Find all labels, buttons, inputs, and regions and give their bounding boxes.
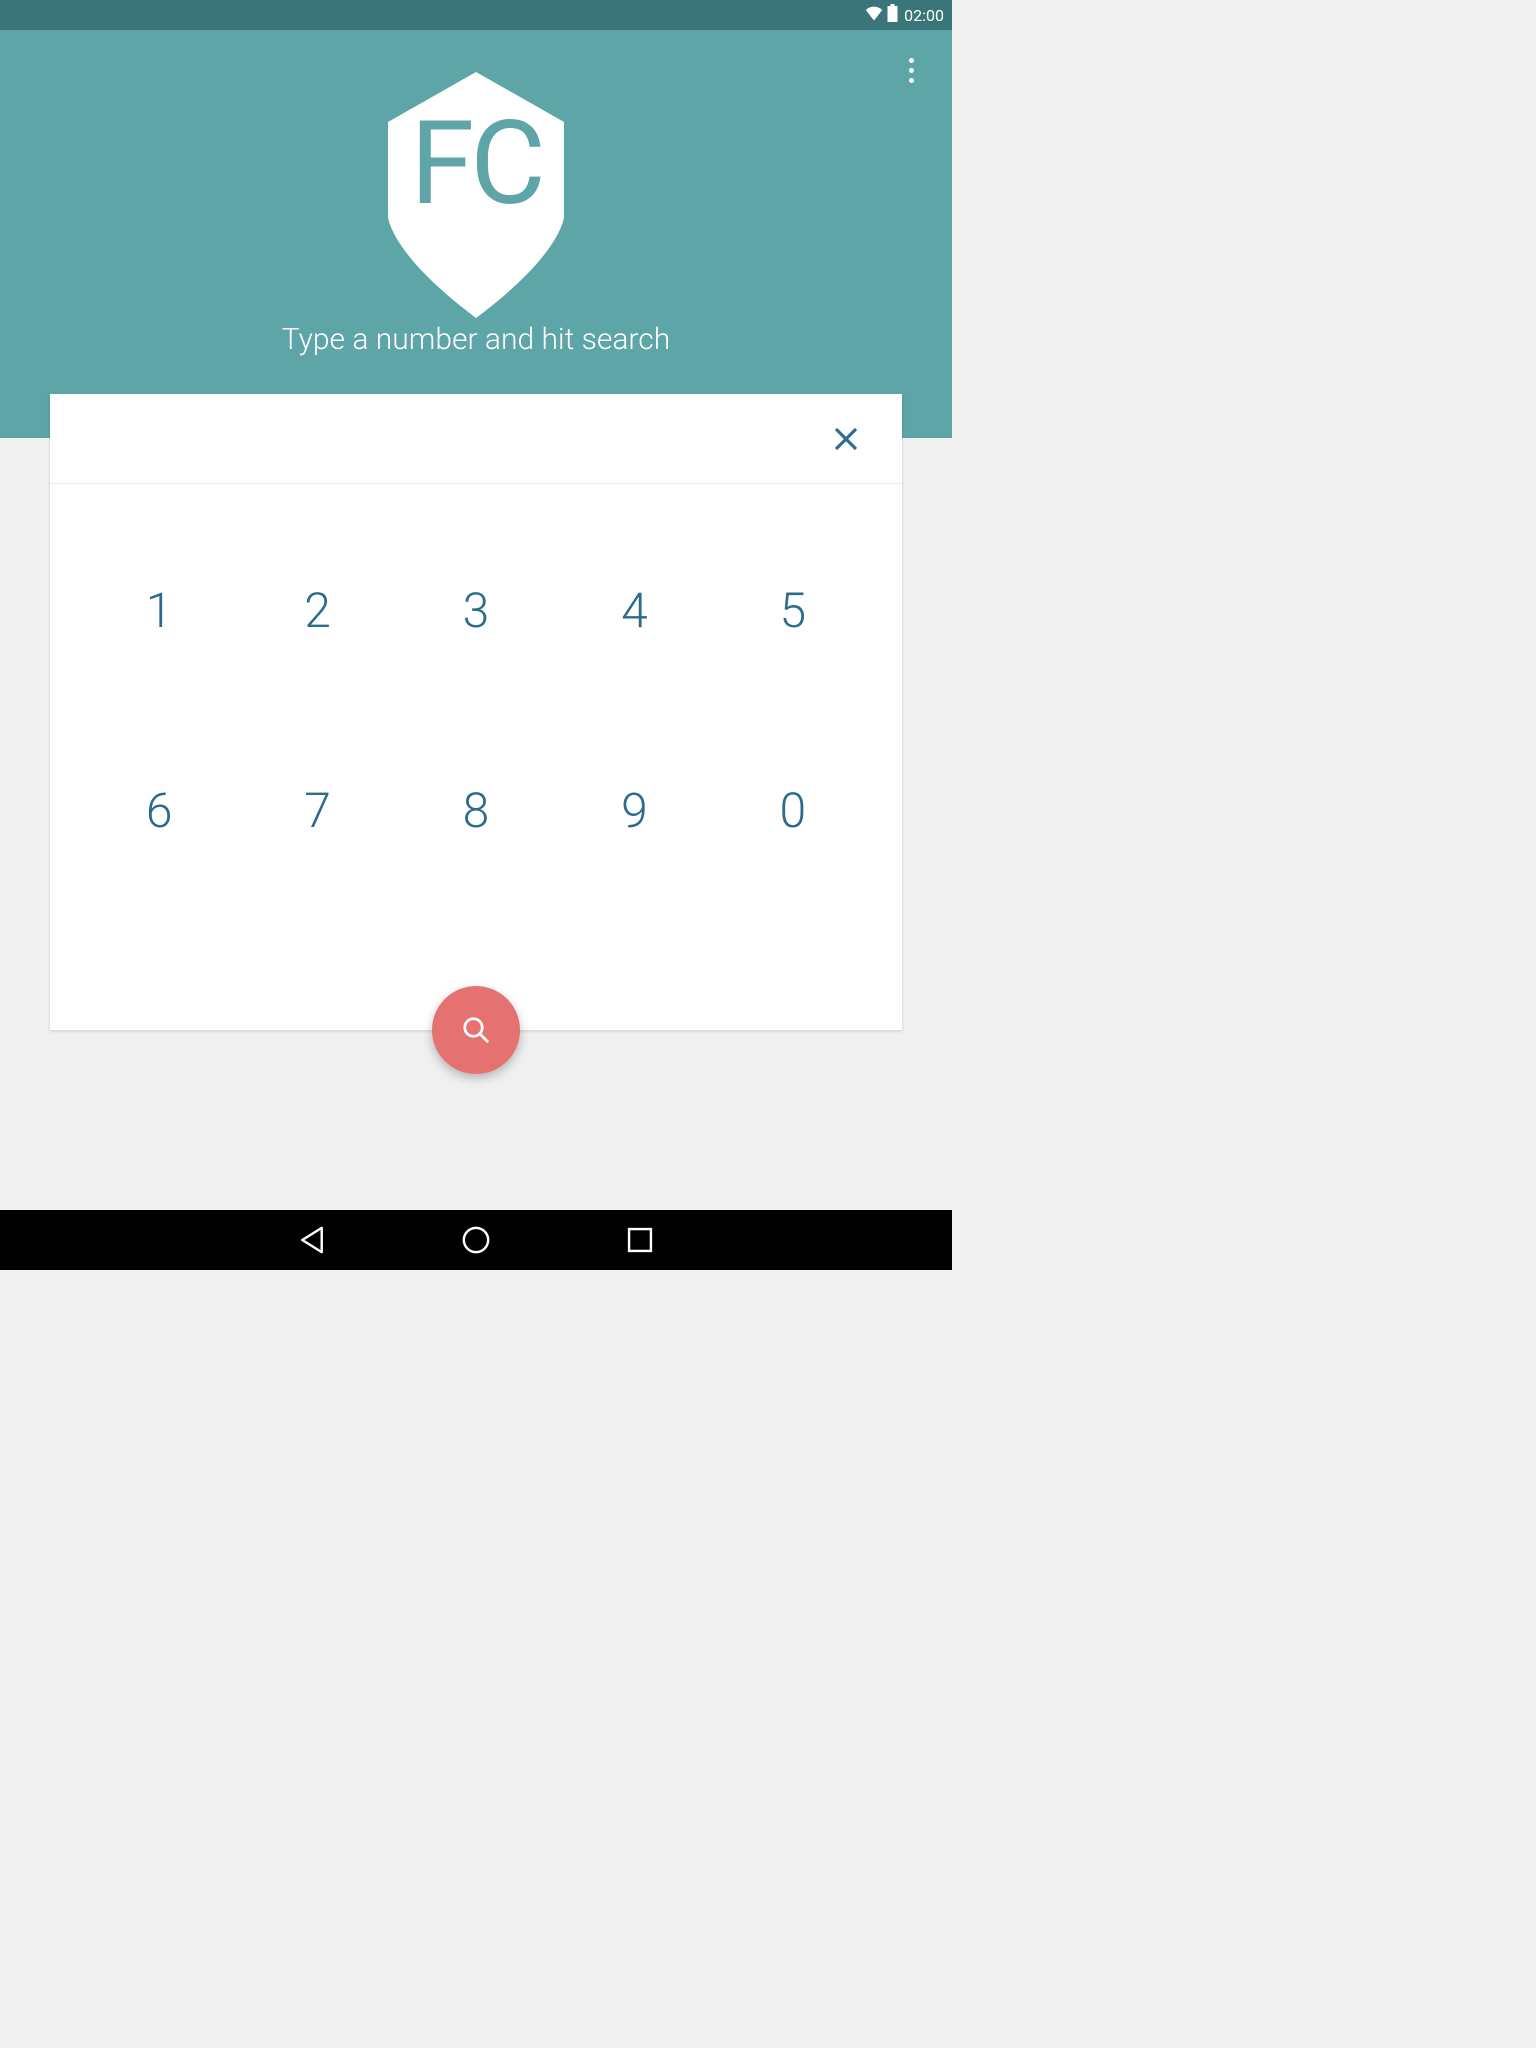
logo-text: FC (378, 106, 574, 222)
key-9[interactable]: 9 (555, 710, 713, 910)
nav-home-button[interactable] (459, 1223, 493, 1257)
keypad: 1 2 3 4 5 6 7 8 9 0 (50, 484, 902, 910)
more-vert-icon (909, 58, 914, 63)
close-icon (831, 424, 861, 454)
key-3[interactable]: 3 (397, 510, 555, 710)
overflow-menu-button[interactable] (896, 50, 926, 90)
key-8[interactable]: 8 (397, 710, 555, 910)
key-0[interactable]: 0 (714, 710, 872, 910)
key-4[interactable]: 4 (555, 510, 713, 710)
clear-button[interactable] (822, 415, 870, 463)
android-nav-bar (0, 1210, 952, 1270)
recent-icon (623, 1223, 657, 1257)
key-6[interactable]: 6 (80, 710, 238, 910)
status-time: 02:00 (904, 6, 944, 25)
key-7[interactable]: 7 (238, 710, 396, 910)
nav-back-button[interactable] (295, 1223, 329, 1257)
battery-icon (887, 4, 898, 26)
number-input[interactable] (50, 394, 822, 483)
nav-recent-button[interactable] (623, 1223, 657, 1257)
key-2[interactable]: 2 (238, 510, 396, 710)
number-input-row (50, 394, 902, 484)
dialer-card: 1 2 3 4 5 6 7 8 9 0 (50, 394, 902, 1030)
home-icon (459, 1223, 493, 1257)
app-logo: FC (378, 72, 574, 318)
key-1[interactable]: 1 (80, 510, 238, 710)
status-bar: 02:00 (0, 0, 952, 30)
app-header: FC Type a number and hit search (0, 30, 952, 438)
prompt-text: Type a number and hit search (0, 322, 952, 357)
back-icon (295, 1223, 329, 1257)
wifi-icon (865, 5, 883, 25)
key-5[interactable]: 5 (714, 510, 872, 710)
search-button[interactable] (432, 986, 520, 1074)
search-icon (461, 1015, 491, 1045)
